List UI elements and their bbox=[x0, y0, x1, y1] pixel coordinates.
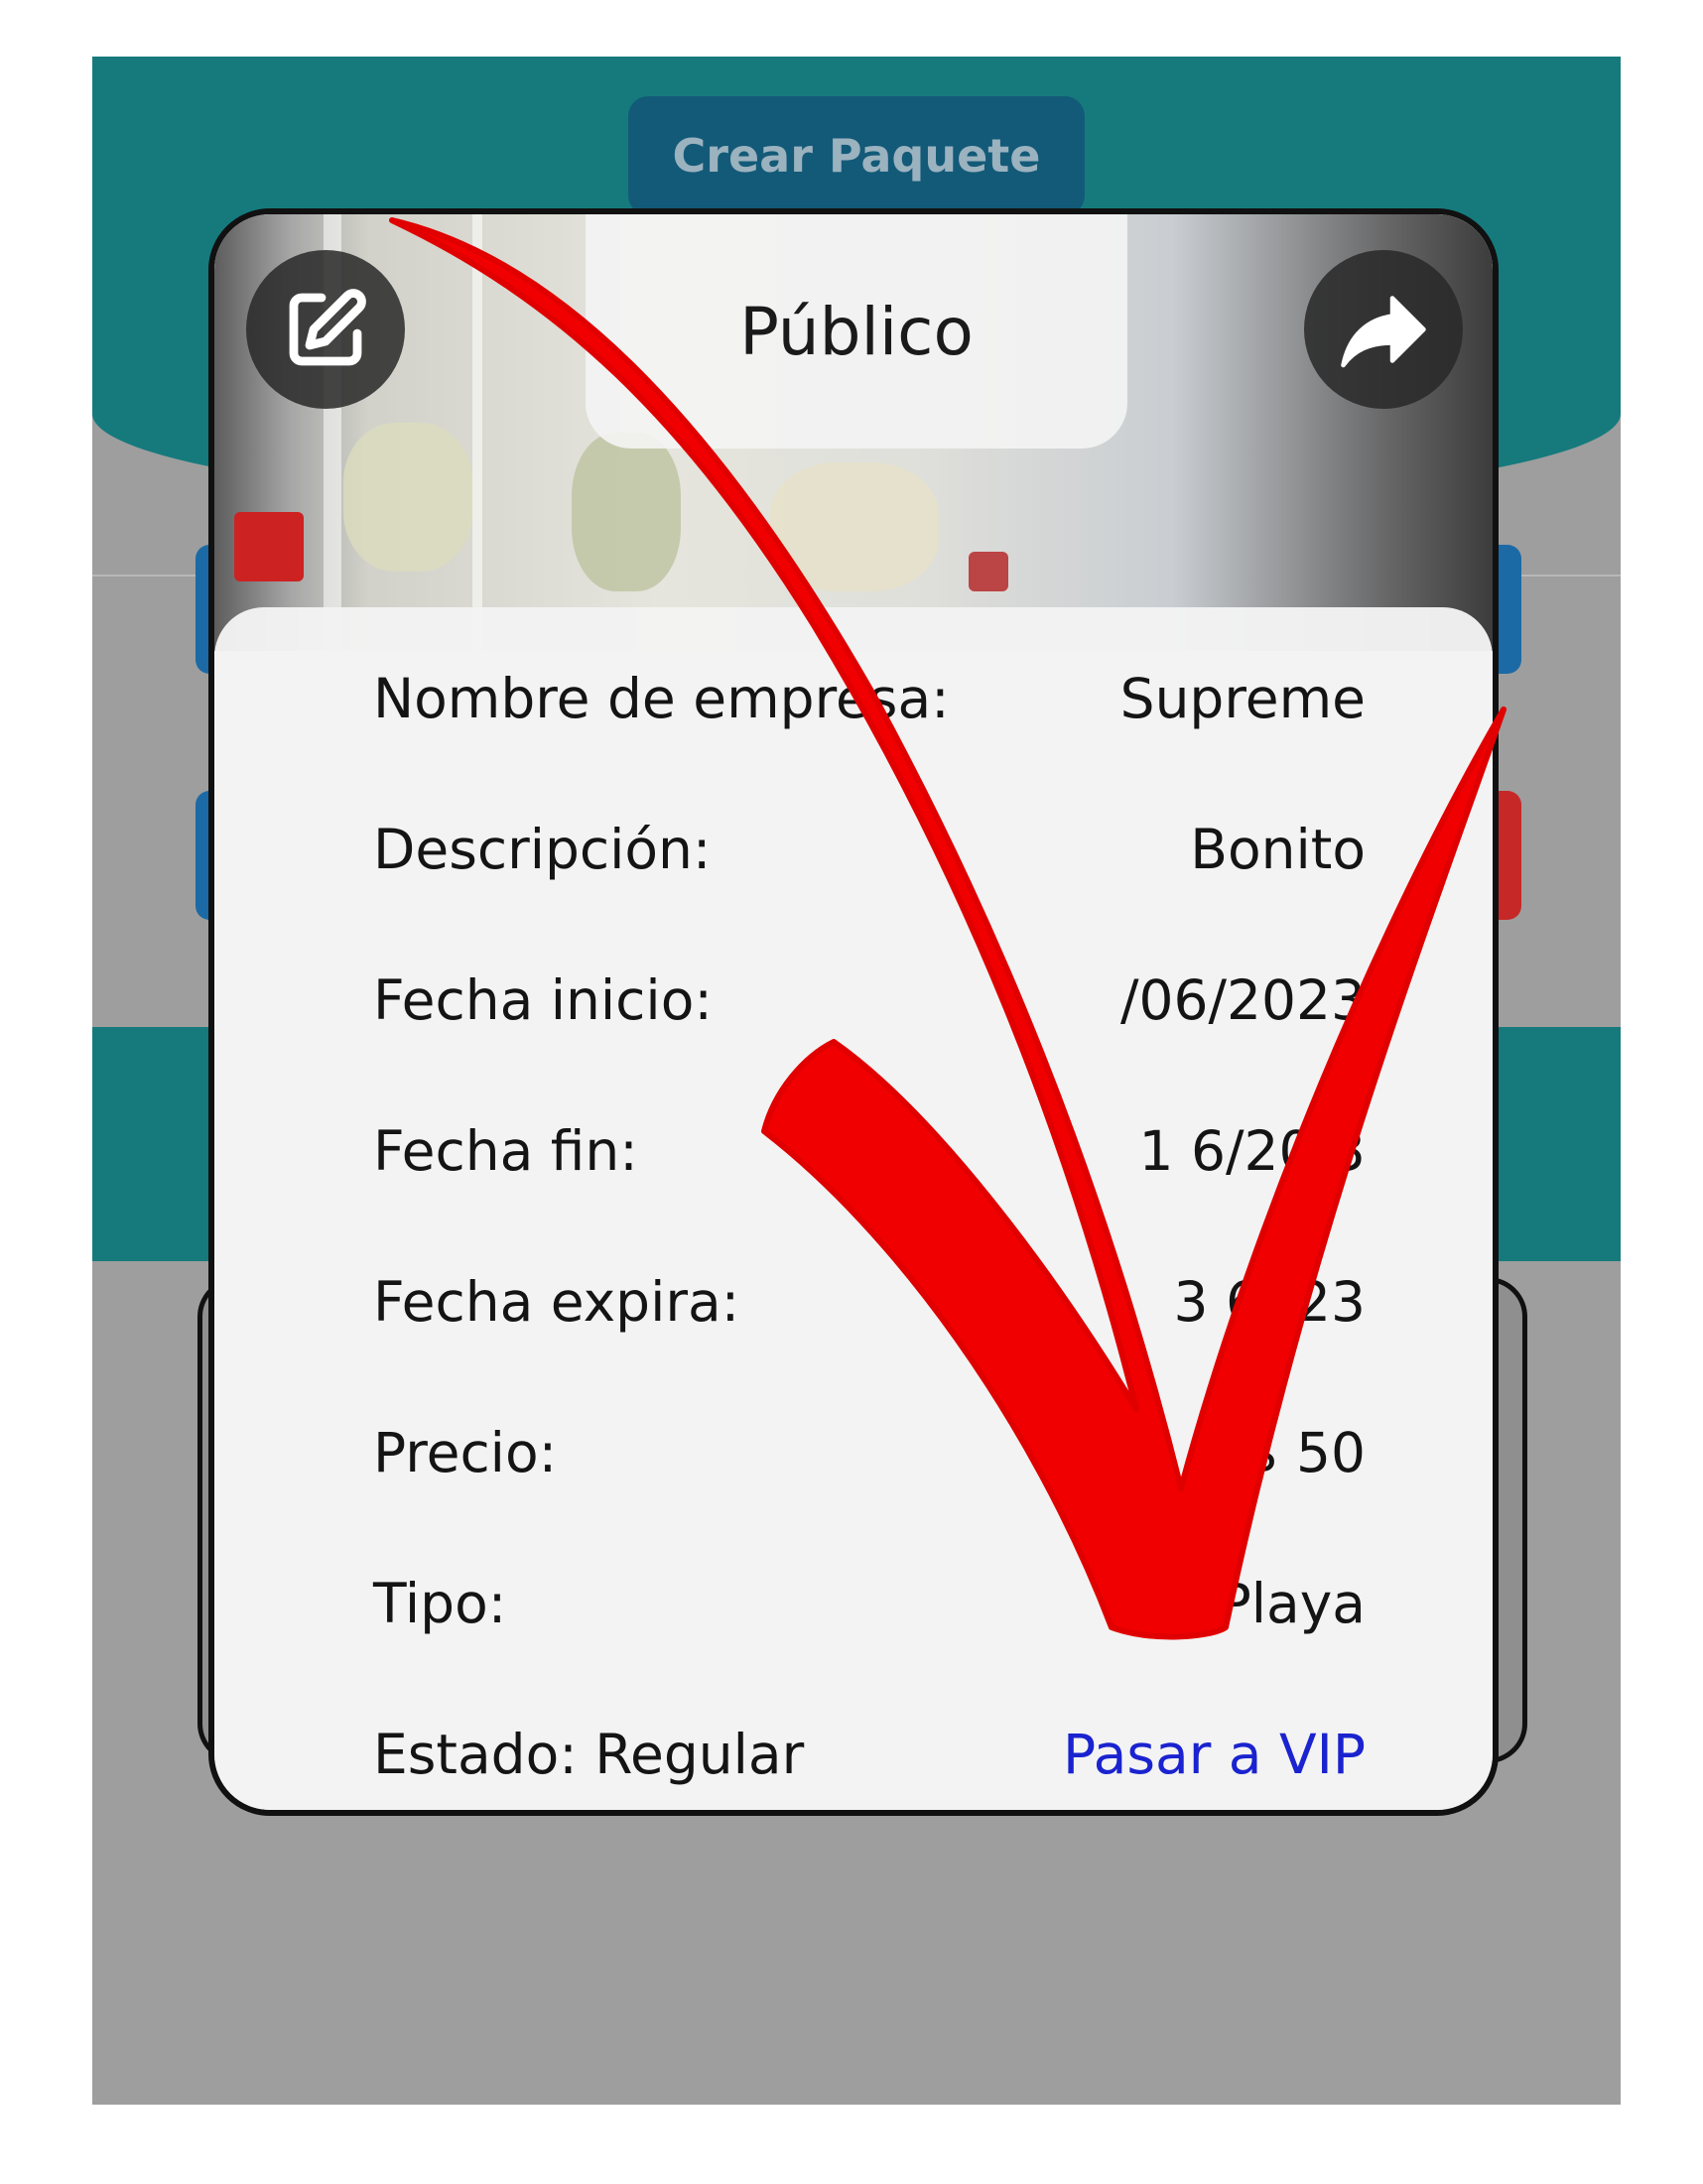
status-row: Estado: Regular Pasar a VIP bbox=[373, 1705, 1366, 1804]
field-value: Bonito bbox=[1190, 818, 1366, 881]
field-value: Supreme bbox=[1119, 667, 1366, 730]
field-value: /06/2023 bbox=[1119, 968, 1366, 1032]
details-panel: Nombre de empresa: Supreme Descripción: … bbox=[214, 607, 1493, 1810]
field-label: Fecha fin: bbox=[373, 1119, 638, 1183]
field-value: 3 6/ 23 bbox=[1173, 1270, 1366, 1334]
field-price: Precio: $ 50 bbox=[373, 1403, 1366, 1502]
field-value: 1 6/20 3 bbox=[1138, 1119, 1366, 1183]
field-label: Precio: bbox=[373, 1421, 558, 1484]
field-start-date: Fecha inicio: /06/2023 bbox=[373, 951, 1366, 1050]
edit-button[interactable] bbox=[246, 250, 405, 409]
edit-icon bbox=[289, 289, 366, 366]
create-package-button[interactable]: Crear Paquete bbox=[628, 96, 1085, 215]
upgrade-vip-link[interactable]: Pasar a VIP bbox=[1063, 1723, 1366, 1786]
visibility-badge[interactable]: Público bbox=[586, 214, 1127, 449]
field-label: Nombre de empresa: bbox=[373, 667, 950, 730]
field-end-date: Fecha fin: 1 6/20 3 bbox=[373, 1101, 1366, 1201]
field-label: Fecha expira: bbox=[373, 1270, 740, 1334]
package-card: Público Nombre de empresa: Supreme Descr… bbox=[208, 208, 1499, 1816]
field-label: Fecha inicio: bbox=[373, 968, 713, 1032]
share-button[interactable] bbox=[1304, 250, 1463, 409]
share-icon bbox=[1341, 296, 1426, 368]
field-type: Tipo: Playa bbox=[373, 1554, 1366, 1653]
field-label: Descripción: bbox=[373, 818, 712, 881]
field-company: Nombre de empresa: Supreme bbox=[373, 649, 1366, 748]
field-value: $ 50 bbox=[1244, 1421, 1366, 1484]
field-label: Tipo: bbox=[373, 1572, 507, 1635]
field-description: Descripción: Bonito bbox=[373, 800, 1366, 899]
field-expiry-date: Fecha expira: 3 6/ 23 bbox=[373, 1252, 1366, 1351]
field-value: Playa bbox=[1218, 1572, 1366, 1635]
status-text: Estado: Regular bbox=[373, 1723, 805, 1786]
